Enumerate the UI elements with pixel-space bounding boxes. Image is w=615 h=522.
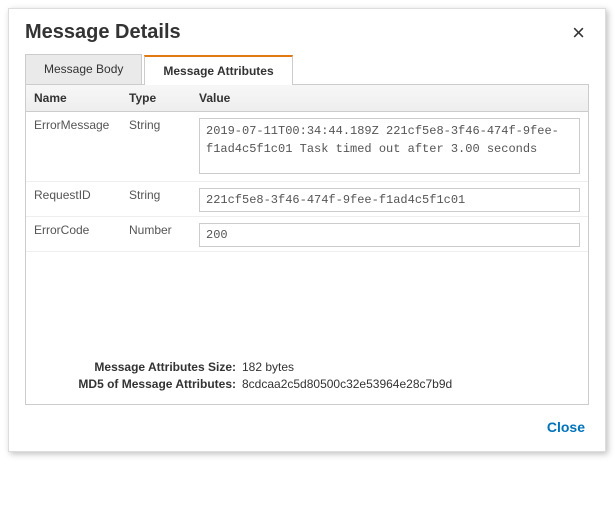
table-row: ErrorMessage String 2019-07-11T00:34:44.… <box>26 112 588 182</box>
column-header-value: Value <box>191 85 588 112</box>
attr-type: String <box>121 112 191 182</box>
meta-label: MD5 of Message Attributes: <box>48 377 236 391</box>
attr-name: RequestID <box>26 182 121 217</box>
meta-value: 182 bytes <box>242 360 294 374</box>
table-row: RequestID String <box>26 182 588 217</box>
meta-section: Message Attributes Size: 182 bytes MD5 o… <box>26 354 588 404</box>
spacer <box>26 252 588 354</box>
close-button[interactable]: Close <box>547 419 585 435</box>
message-details-dialog: Message Details × Message Body Message A… <box>8 8 606 452</box>
dialog-title: Message Details <box>25 21 181 44</box>
attr-name: ErrorMessage <box>26 112 121 182</box>
dialog-header: Message Details × <box>9 9 605 54</box>
attr-value-field[interactable] <box>199 188 580 212</box>
attributes-table: Name Type Value ErrorMessage String 2019… <box>26 85 588 252</box>
dialog-footer: Close <box>9 405 605 451</box>
meta-row-size: Message Attributes Size: 182 bytes <box>48 360 578 374</box>
column-header-type: Type <box>121 85 191 112</box>
attr-type: String <box>121 182 191 217</box>
attr-value-field[interactable] <box>199 223 580 247</box>
tab-bar: Message Body Message Attributes <box>25 54 589 85</box>
column-header-name: Name <box>26 85 121 112</box>
tab-content: Name Type Value ErrorMessage String 2019… <box>25 85 589 405</box>
attr-name: ErrorCode <box>26 217 121 252</box>
tab-message-body[interactable]: Message Body <box>25 54 142 84</box>
meta-label: Message Attributes Size: <box>48 360 236 374</box>
attr-value-field[interactable]: 2019-07-11T00:34:44.189Z 221cf5e8-3f46-4… <box>199 118 580 174</box>
meta-row-md5: MD5 of Message Attributes: 8cdcaa2c5d805… <box>48 377 578 391</box>
attr-type: Number <box>121 217 191 252</box>
meta-value: 8cdcaa2c5d80500c32e53964e28c7b9d <box>242 377 452 391</box>
table-row: ErrorCode Number <box>26 217 588 252</box>
tab-message-attributes[interactable]: Message Attributes <box>144 55 292 85</box>
close-icon[interactable]: × <box>568 22 589 44</box>
